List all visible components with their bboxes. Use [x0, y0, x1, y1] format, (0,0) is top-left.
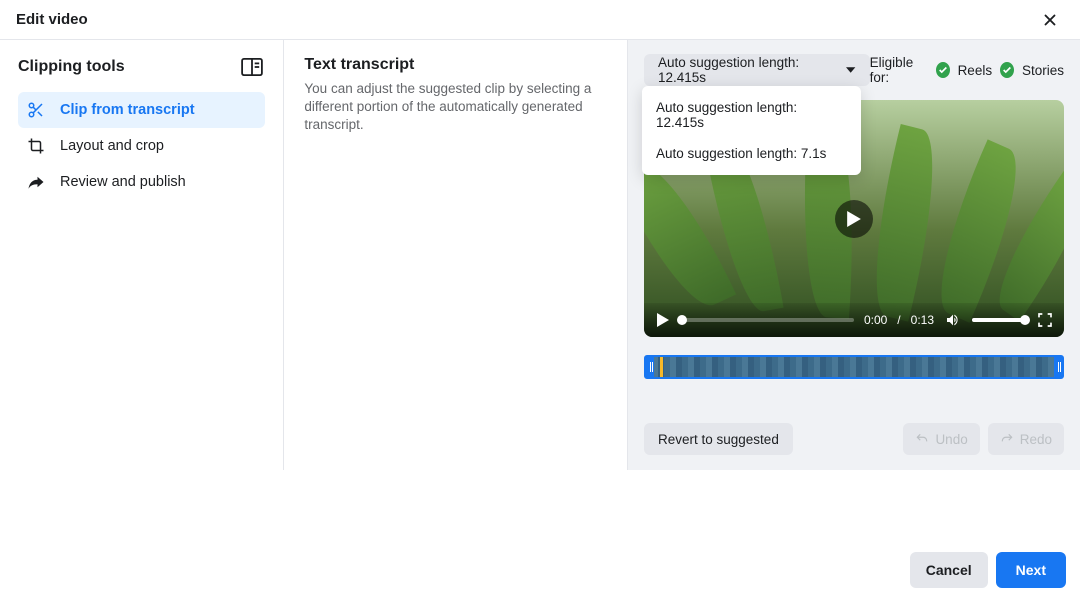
- auto-suggestion-dropdown-menu: Auto suggestion length: 12.415s Auto sug…: [642, 86, 861, 175]
- cancel-button[interactable]: Cancel: [910, 552, 988, 588]
- close-button[interactable]: [1036, 6, 1064, 34]
- sidebar-title: Clipping tools: [18, 58, 125, 76]
- scissors-icon: [26, 101, 46, 119]
- check-circle-icon: [1000, 62, 1014, 78]
- time-separator: /: [897, 313, 900, 327]
- eligible-for-label: Eligible for:: [870, 55, 928, 85]
- layout-toggle-button[interactable]: [239, 56, 265, 78]
- sidebar-item-clip-from-transcript[interactable]: Clip from transcript: [18, 92, 265, 128]
- dock-panel-icon: [241, 58, 263, 76]
- auto-suggestion-length-dropdown[interactable]: Auto suggestion length: 12.415s: [644, 54, 870, 86]
- transcript-panel: Text transcript You can adjust the sugge…: [284, 40, 628, 470]
- video-controls: 0:00 / 0:13: [644, 303, 1064, 337]
- redo-button[interactable]: Redo: [988, 423, 1064, 455]
- play-icon: [656, 313, 670, 327]
- scrubber-handle[interactable]: [677, 315, 687, 325]
- sidebar-item-layout-and-crop[interactable]: Layout and crop: [18, 128, 265, 164]
- revert-to-suggested-button[interactable]: Revert to suggested: [644, 423, 793, 455]
- sidebar-item-label: Layout and crop: [60, 138, 164, 154]
- volume-button[interactable]: [944, 311, 962, 329]
- eligibility-stories-label: Stories: [1022, 63, 1064, 78]
- clip-start-handle[interactable]: [646, 357, 654, 377]
- current-time-label: 0:00: [864, 313, 887, 327]
- timeline-playhead[interactable]: [660, 356, 663, 378]
- footer: Cancel Next: [0, 542, 1080, 598]
- redo-icon: [1000, 432, 1014, 446]
- transcript-description: You can adjust the suggested clip by sel…: [304, 80, 607, 135]
- sidebar: Clipping tools Clip from transcript Layo…: [0, 40, 284, 470]
- sidebar-item-review-and-publish[interactable]: Review and publish: [18, 164, 265, 200]
- next-button[interactable]: Next: [996, 552, 1066, 588]
- play-icon: [846, 211, 862, 227]
- crop-icon: [26, 137, 46, 155]
- share-icon: [26, 173, 46, 191]
- eligibility-reels-label: Reels: [958, 63, 993, 78]
- sidebar-item-label: Review and publish: [60, 174, 186, 190]
- redo-label: Redo: [1020, 432, 1052, 447]
- caret-down-icon: [846, 65, 855, 75]
- preview-panel: Auto suggestion length: 12.415s Eligible…: [628, 40, 1080, 470]
- transcript-title: Text transcript: [304, 56, 607, 74]
- video-scrubber[interactable]: [682, 318, 854, 322]
- close-icon: [1041, 11, 1059, 29]
- check-circle-icon: [936, 62, 950, 78]
- play-overlay-button[interactable]: [835, 200, 873, 238]
- undo-label: Undo: [935, 432, 967, 447]
- clip-end-handle[interactable]: [1054, 357, 1062, 377]
- eligibility-row: Eligible for: Reels Stories: [870, 55, 1064, 85]
- volume-handle[interactable]: [1020, 315, 1030, 325]
- volume-slider[interactable]: [972, 318, 1026, 322]
- page-title: Edit video: [16, 11, 88, 28]
- fullscreen-button[interactable]: [1036, 311, 1054, 329]
- duration-label: 0:13: [911, 313, 934, 327]
- undo-button[interactable]: Undo: [903, 423, 979, 455]
- auto-suggestion-option[interactable]: Auto suggestion length: 12.415s: [642, 92, 861, 138]
- play-button[interactable]: [654, 311, 672, 329]
- volume-icon: [945, 312, 961, 328]
- sidebar-item-label: Clip from transcript: [60, 102, 195, 118]
- clip-timeline[interactable]: [644, 355, 1064, 379]
- dropdown-selected-label: Auto suggestion length: 12.415s: [658, 55, 838, 85]
- fullscreen-icon: [1037, 312, 1053, 328]
- auto-suggestion-option[interactable]: Auto suggestion length: 7.1s: [642, 138, 861, 169]
- undo-icon: [915, 432, 929, 446]
